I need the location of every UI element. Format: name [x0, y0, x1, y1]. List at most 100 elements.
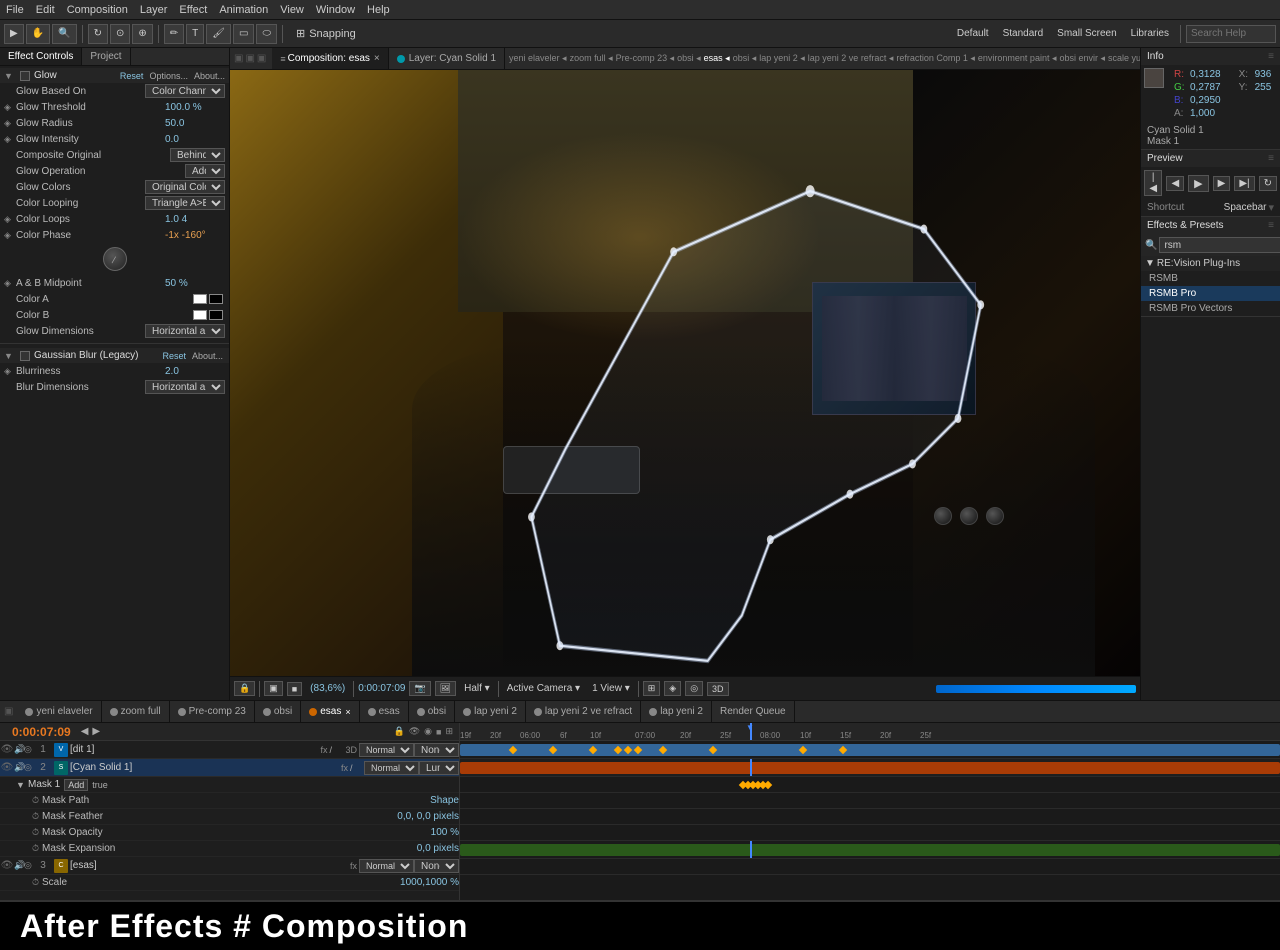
- glow-about[interactable]: About...: [194, 71, 225, 81]
- gaussian-blur-reset[interactable]: Reset: [162, 351, 186, 361]
- effects-item-rsmb-vectors[interactable]: RSMB Pro Vectors: [1141, 301, 1280, 316]
- tl-tab-zoom-full[interactable]: zoom full: [102, 701, 170, 723]
- nav-yeni-elaveler[interactable]: yeni elaveler ◂: [509, 53, 567, 64]
- vc-3d-btn[interactable]: 3D: [707, 682, 729, 696]
- tool-hand[interactable]: ✋: [26, 24, 50, 44]
- tool-text[interactable]: T: [186, 24, 204, 44]
- layer-1-fx[interactable]: fx: [320, 745, 327, 755]
- layer-row-3[interactable]: 👁 🔊 ◎ 3 C [esas] fx Normal None: [0, 857, 459, 875]
- blur-dims-select[interactable]: Horizontal and Vertical: [145, 380, 225, 394]
- mask-opacity-stopwatch[interactable]: ⏱: [32, 827, 42, 838]
- mask-path-stopwatch[interactable]: ⏱: [32, 795, 42, 806]
- nav-lapyeni2-refract[interactable]: lap yeni 2 ve refract ◂: [808, 53, 894, 64]
- workspace-small-screen[interactable]: Small Screen: [1051, 28, 1122, 39]
- layer-2-trkmatte-select[interactable]: Luma: [419, 761, 459, 775]
- layer-row-2[interactable]: 👁 🔊 ◎ 2 S [Cyan Solid 1] fx / Normal Lum…: [0, 759, 459, 777]
- layer-3-audio[interactable]: 🔊: [14, 860, 24, 871]
- preview-step-forward[interactable]: ▶: [1213, 176, 1231, 191]
- vc-quality-display[interactable]: Half ▾: [464, 683, 490, 694]
- blurriness-value[interactable]: 2.0: [165, 366, 225, 377]
- glow-intensity-value[interactable]: 0.0: [165, 134, 225, 145]
- nav-scale-yux[interactable]: scale yux ◂: [1108, 53, 1140, 64]
- menu-file[interactable]: File: [6, 4, 24, 16]
- layer-2-vis[interactable]: 👁: [0, 762, 14, 773]
- nav-precomp23[interactable]: Pre-comp 23 ◂: [616, 53, 675, 64]
- nav-zoom-full[interactable]: zoom full ◂: [570, 53, 613, 64]
- glow-reset[interactable]: Reset: [120, 71, 144, 81]
- effects-item-rsmb[interactable]: RSMB: [1141, 271, 1280, 286]
- glow-colors-select[interactable]: Original Colors: [145, 180, 225, 194]
- layer-row-1[interactable]: 👁 🔊 ◎ 1 V [dit 1] fx / 3D Normal None: [0, 741, 459, 759]
- vc-viewport-icon[interactable]: ▣: [264, 681, 283, 696]
- menu-composition[interactable]: Composition: [67, 4, 128, 16]
- info-collapse[interactable]: ≡: [1268, 51, 1274, 62]
- layer-1-solo[interactable]: ◎: [24, 744, 34, 755]
- effects-search-input[interactable]: [1159, 237, 1280, 253]
- glow-options[interactable]: Options...: [149, 71, 188, 81]
- layer-1-trkmatte-select[interactable]: None: [414, 743, 459, 757]
- mask-expand[interactable]: ▼: [16, 780, 28, 790]
- tl-tab-render-queue[interactable]: Render Queue: [712, 701, 795, 723]
- preview-collapse[interactable]: ≡: [1268, 153, 1274, 164]
- glow-composite-select[interactable]: Behind: [170, 148, 225, 162]
- preview-step-back[interactable]: ◀: [1166, 176, 1184, 191]
- color-a-swatch2[interactable]: [209, 294, 223, 304]
- menu-animation[interactable]: Animation: [219, 4, 268, 16]
- tl-play-fwd[interactable]: ▶: [90, 726, 102, 737]
- workspace-default[interactable]: Default: [951, 28, 995, 39]
- vc-zoom-display[interactable]: (83,6%): [310, 683, 345, 694]
- layer-1-3d[interactable]: 3D: [345, 745, 357, 755]
- tl-comp-icon[interactable]: ■: [436, 727, 441, 737]
- tl-tab-lapyeni2[interactable]: lap yeni 2: [455, 701, 526, 723]
- menu-edit[interactable]: Edit: [36, 4, 55, 16]
- tl-tab-yeni-elaveler[interactable]: yeni elaveler: [17, 701, 101, 723]
- scale-value[interactable]: 1000,1000 %: [400, 877, 459, 888]
- preview-shortcut-arrow[interactable]: ▾: [1268, 201, 1274, 214]
- nav-obsi-envir[interactable]: obsi envir ◂: [1059, 53, 1105, 64]
- tool-shape-ellipse[interactable]: ⬭: [256, 24, 277, 44]
- gaussian-blur-expand[interactable]: ▼: [4, 351, 16, 361]
- menu-layer[interactable]: Layer: [140, 4, 168, 16]
- color-phase-dial[interactable]: [103, 247, 127, 271]
- gaussian-blur-enable[interactable]: [20, 351, 30, 361]
- workspace-libraries[interactable]: Libraries: [1125, 28, 1175, 39]
- vc-show-snapshot[interactable]: 🖼: [435, 681, 456, 696]
- comp-tab-layer[interactable]: Layer: Cyan Solid 1: [389, 48, 505, 70]
- comp-tab-composition[interactable]: ≡ Composition: esas ×: [272, 48, 388, 70]
- layer-3-trkmatte-select[interactable]: None: [414, 859, 459, 873]
- gaussian-blur-about[interactable]: About...: [192, 351, 223, 361]
- color-b-swatch2[interactable]: [209, 310, 223, 320]
- menu-help[interactable]: Help: [367, 4, 390, 16]
- mask-mode-select[interactable]: Add: [64, 779, 88, 791]
- color-a-swatch[interactable]: [193, 294, 207, 304]
- layer-1-vis[interactable]: 👁: [0, 744, 14, 755]
- search-input[interactable]: [1186, 25, 1276, 43]
- effects-presets-collapse[interactable]: ≡: [1268, 220, 1274, 231]
- tl-tab-obsi2[interactable]: obsi: [409, 701, 455, 723]
- vc-view-display[interactable]: Active Camera ▾: [507, 683, 580, 694]
- tl-tab-esas[interactable]: esas ×: [301, 701, 359, 723]
- color-looping-select[interactable]: Triangle A>B>A: [145, 196, 225, 210]
- tl-tab-lapyeni2b[interactable]: lap yeni 2: [641, 701, 712, 723]
- nav-refraction[interactable]: refraction Comp 1 ◂: [896, 53, 975, 64]
- tool-rotate[interactable]: ↻: [88, 24, 108, 44]
- viewport[interactable]: [230, 70, 1140, 676]
- tl-tab-precomp23[interactable]: Pre-comp 23: [170, 701, 255, 723]
- preview-skip-back[interactable]: |◀: [1144, 170, 1162, 196]
- vc-lock[interactable]: 🔒: [234, 681, 255, 696]
- menu-view[interactable]: View: [280, 4, 304, 16]
- layer-3-mode-select[interactable]: Normal: [359, 859, 414, 873]
- layer-3-fx[interactable]: fx: [350, 861, 357, 871]
- layer-1-audio[interactable]: 🔊: [14, 744, 24, 755]
- glow-threshold-value[interactable]: 100.0 %: [165, 102, 225, 113]
- vc-motion-blur[interactable]: ◎: [685, 681, 703, 696]
- tl-lock-icon[interactable]: 🔒: [394, 726, 405, 737]
- tl-tab-obsi[interactable]: obsi: [255, 701, 301, 723]
- nav-esas[interactable]: esas ◂: [704, 53, 730, 64]
- nav-obsi[interactable]: obsi ◂: [677, 53, 701, 64]
- color-phase-value[interactable]: -1x -160°: [165, 230, 225, 241]
- glow-operation-select[interactable]: Add: [185, 164, 225, 178]
- layer-2-mode-select[interactable]: Normal: [364, 761, 419, 775]
- preview-skip-forward[interactable]: ▶|: [1234, 176, 1254, 191]
- mask-feather-stopwatch[interactable]: ⏱: [32, 811, 42, 822]
